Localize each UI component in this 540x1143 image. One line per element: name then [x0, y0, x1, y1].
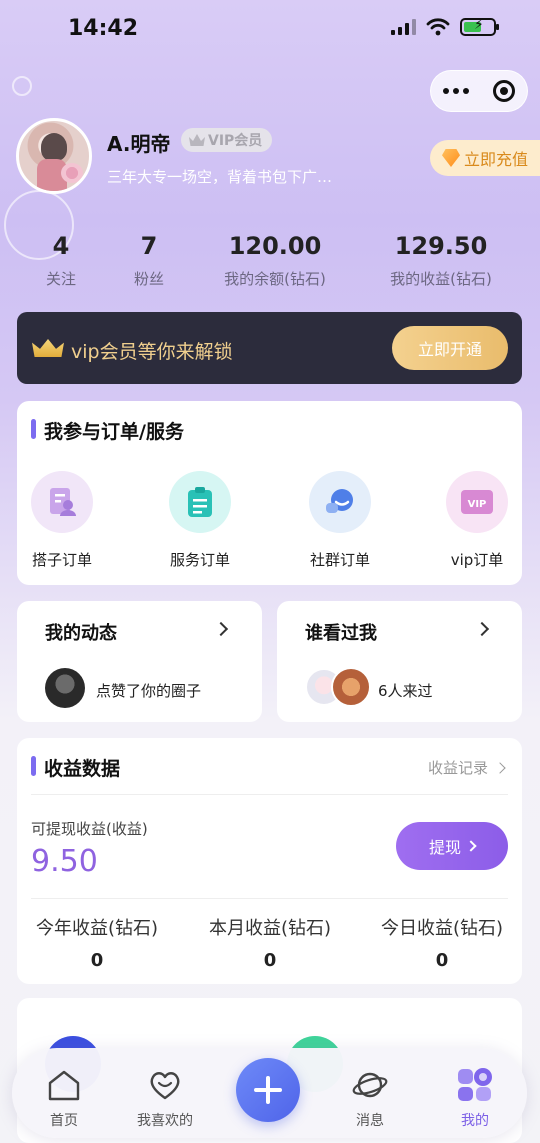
chevron-right-icon	[213, 621, 229, 637]
visitors-title: 谁看过我	[305, 623, 377, 644]
title-accent-bar	[31, 419, 36, 439]
order-label: vip订单	[450, 551, 504, 569]
plus-icon	[254, 1076, 282, 1104]
earnings-day: 今日收益(钻石) 0	[367, 914, 517, 971]
order-label: 社群订单	[309, 551, 370, 569]
avatar	[45, 668, 85, 708]
diamond-icon	[442, 149, 460, 167]
chevron-right-icon	[474, 621, 490, 637]
stat-value: 4	[52, 232, 70, 260]
order-item-partner[interactable]: 搭子订单	[17, 471, 107, 570]
stat-balance[interactable]: 120.00 我的余额(钻石)	[200, 232, 350, 289]
signal-icon	[391, 19, 416, 35]
battery-icon: ⚡	[460, 17, 499, 36]
capsule-menu[interactable]	[430, 70, 528, 112]
dynamics-title: 我的动态	[45, 623, 117, 644]
tab-home[interactable]: 首页	[24, 1068, 104, 1130]
chevron-right-icon	[494, 761, 506, 774]
orders-card: 我参与订单/服务 搭子订单 服务订单 社群订单 VIP vip订单	[17, 401, 522, 585]
stat-earnings[interactable]: 129.50 我的收益(钻石)	[366, 232, 516, 289]
vip-order-icon: VIP	[446, 471, 508, 533]
chevron-right-icon	[465, 840, 477, 852]
earnings-month: 本月收益(钻石) 0	[195, 914, 345, 971]
dynamics-text: 点赞了你的圈子	[96, 682, 202, 700]
earnings-col-value: 0	[90, 950, 104, 971]
earnings-year: 今年收益(钻石) 0	[22, 914, 172, 971]
stat-value: 129.50	[394, 232, 488, 260]
close-target-icon[interactable]	[493, 80, 515, 102]
stat-label: 我的收益(钻石)	[390, 270, 492, 288]
profile-active-icon	[435, 1068, 515, 1102]
stat-value: 7	[140, 232, 158, 260]
earnings-card: 收益数据 收益记录 可提现收益(收益) 9.50 提现 今年收益(钻石) 0 本…	[17, 738, 522, 984]
withdraw-button[interactable]: 提现	[396, 822, 508, 870]
earnings-col-value: 0	[263, 950, 277, 971]
dynamics-card[interactable]: 我的动态 点赞了你的圈子	[17, 601, 262, 722]
avatar	[331, 667, 371, 707]
earnings-col-label: 今年收益(钻石)	[35, 918, 159, 939]
divider	[31, 794, 508, 795]
tab-mine[interactable]: 我的	[435, 1068, 515, 1130]
home-icon	[24, 1068, 104, 1102]
crown-icon	[32, 339, 64, 357]
title-accent-bar	[31, 756, 36, 776]
avatar[interactable]	[16, 118, 92, 194]
vip-badge: VIP会员	[181, 128, 273, 152]
tab-label: 我的	[461, 1113, 489, 1129]
username: A.明帝	[107, 132, 171, 156]
add-button[interactable]	[236, 1058, 300, 1122]
crown-icon	[189, 134, 205, 146]
order-item-vip[interactable]: VIP vip订单	[432, 471, 522, 570]
tab-messages[interactable]: 消息	[330, 1068, 410, 1130]
vip-badge-label: VIP会员	[208, 133, 263, 149]
status-icons: ⚡	[391, 17, 499, 36]
recharge-label: 立即充值	[464, 150, 529, 169]
more-icon[interactable]	[443, 88, 469, 94]
withdrawable-label: 可提现收益(收益)	[31, 820, 148, 838]
tab-favorites[interactable]: 我喜欢的	[124, 1068, 206, 1130]
svg-text:VIP: VIP	[468, 499, 487, 510]
stat-value: 120.00	[228, 232, 322, 260]
status-time: 14:42	[68, 16, 139, 41]
earnings-title: 收益数据	[44, 758, 121, 780]
stat-label: 关注	[45, 270, 76, 288]
heart-icon	[124, 1068, 206, 1102]
recharge-button[interactable]: 立即充值	[430, 140, 540, 176]
wifi-icon	[426, 18, 450, 36]
community-order-icon	[309, 471, 371, 533]
stat-fans[interactable]: 7 粉丝	[118, 232, 180, 289]
stat-label: 粉丝	[133, 270, 164, 288]
earnings-record-link[interactable]: 收益记录	[427, 757, 506, 778]
earnings-col-value: 0	[435, 950, 449, 971]
withdrawable-value: 9.50	[31, 844, 98, 879]
withdraw-label: 提现	[428, 838, 461, 857]
earnings-record-label: 收益记录	[427, 759, 488, 777]
stat-label: 我的余额(钻石)	[224, 270, 326, 288]
service-order-icon	[169, 471, 231, 533]
divider	[31, 898, 508, 899]
decor-bubble	[12, 76, 32, 96]
visitors-card[interactable]: 谁看过我 6人来过	[277, 601, 522, 722]
tab-bar: 首页 我喜欢的 消息 我的	[12, 1048, 527, 1138]
earnings-col-label: 本月收益(钻石)	[208, 918, 332, 939]
order-label: 服务订单	[169, 551, 230, 569]
order-item-service[interactable]: 服务订单	[155, 471, 245, 570]
vip-banner[interactable]: vip会员等你来解锁 立即开通	[17, 312, 522, 384]
planet-icon	[330, 1068, 410, 1102]
order-label: 搭子订单	[31, 551, 92, 569]
partner-order-icon	[31, 471, 93, 533]
orders-title: 我参与订单/服务	[44, 421, 184, 443]
tab-label: 首页	[50, 1113, 78, 1129]
order-item-community[interactable]: 社群订单	[295, 471, 385, 570]
open-vip-button[interactable]: 立即开通	[392, 326, 508, 370]
vip-banner-text: vip会员等你来解锁	[71, 341, 233, 363]
visitors-text: 6人来过	[378, 682, 433, 700]
tab-label: 消息	[356, 1113, 384, 1129]
stat-following[interactable]: 4 关注	[30, 232, 92, 289]
profile-bio: 三年大专一场空，背着书包下广…	[107, 168, 333, 186]
earnings-col-label: 今日收益(钻石)	[380, 918, 504, 939]
tab-label: 我喜欢的	[137, 1113, 193, 1129]
